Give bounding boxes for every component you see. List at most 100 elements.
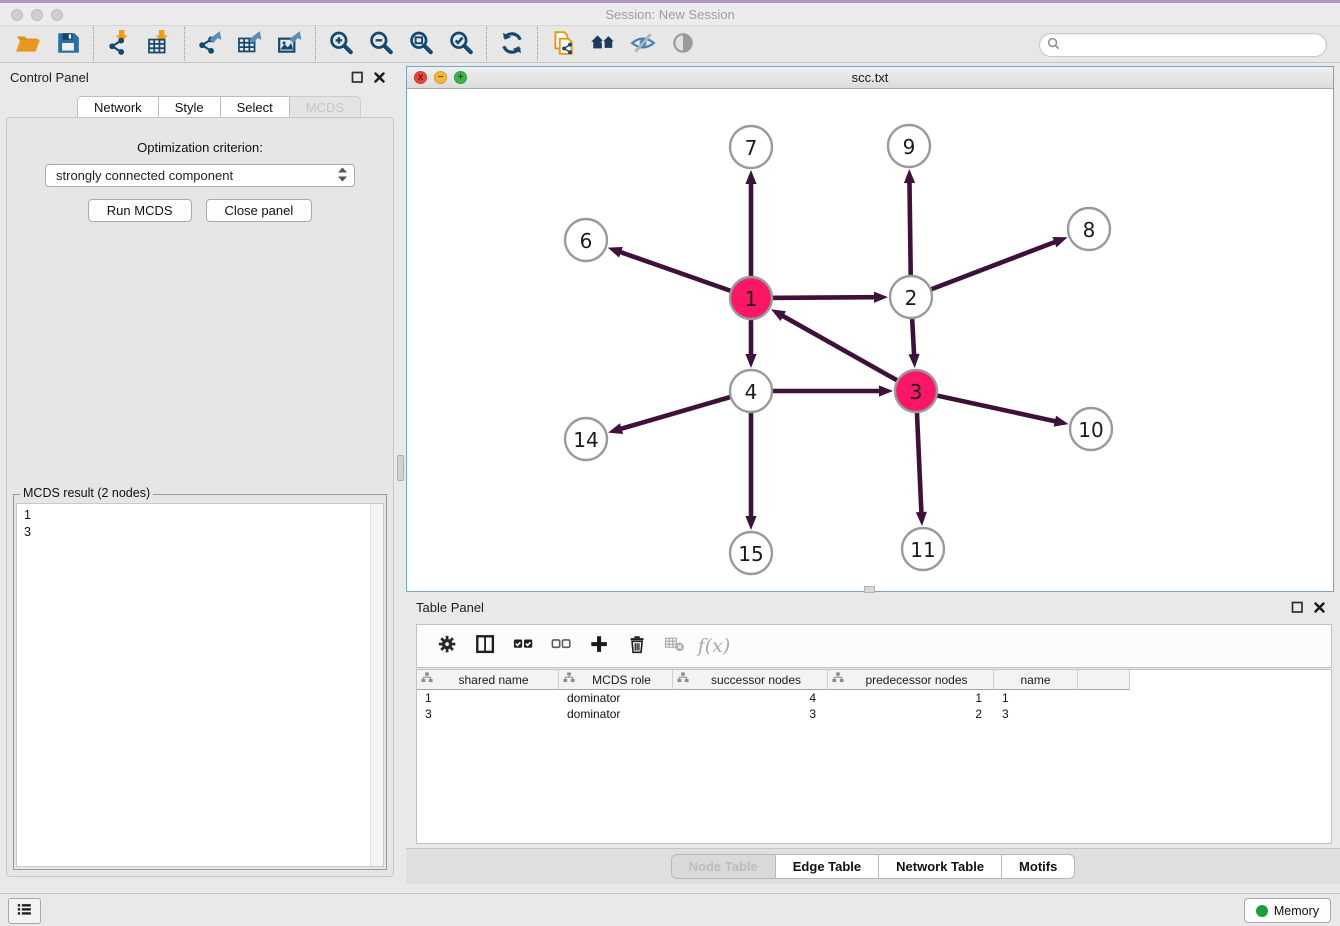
memory-button[interactable]: Memory xyxy=(1244,898,1331,923)
graph-node-10[interactable]: 10 xyxy=(1070,408,1112,450)
deselect-all-columns-button[interactable] xyxy=(545,629,579,663)
table-row[interactable]: 3dominator323 xyxy=(417,706,1331,722)
column-header-name[interactable]: name xyxy=(994,670,1078,690)
cell-successor-nodes[interactable]: 3 xyxy=(673,706,828,722)
zoom-selected-button[interactable] xyxy=(441,28,481,60)
table-settings-button[interactable] xyxy=(431,629,465,663)
cell-shared-name[interactable]: 3 xyxy=(417,706,559,722)
import-network-button[interactable] xyxy=(99,28,139,60)
graph-node-3[interactable]: 3 xyxy=(895,370,937,412)
graph-node-8[interactable]: 8 xyxy=(1068,208,1110,250)
tab-network[interactable]: Network xyxy=(77,96,159,118)
zoom-fit-icon xyxy=(408,30,434,59)
cell-predecessor-nodes[interactable]: 2 xyxy=(828,706,994,722)
close-panel-icon[interactable] xyxy=(373,71,386,84)
tab-network-table[interactable]: Network Table xyxy=(879,854,1002,879)
zoom-selected-icon xyxy=(448,30,474,59)
export-table-button[interactable] xyxy=(230,28,270,60)
column-header-shared-name[interactable]: shared name xyxy=(417,670,559,690)
search-field[interactable] xyxy=(1039,33,1327,57)
network-minimize-button[interactable]: − xyxy=(434,71,447,84)
cell-MCDS-role[interactable]: dominator xyxy=(559,706,673,722)
control-panel-title: Control Panel xyxy=(10,70,89,85)
add-column-button[interactable] xyxy=(583,629,617,663)
save-session-button[interactable] xyxy=(48,28,88,60)
table-tabs-strip: Node TableEdge TableNetwork TableMotifs xyxy=(406,848,1340,884)
toolbar-separator xyxy=(537,27,538,61)
select-all-columns-icon xyxy=(513,634,535,659)
open-file-button[interactable] xyxy=(8,28,48,60)
network-close-button[interactable]: x xyxy=(414,71,427,84)
hide-selected-button[interactable] xyxy=(623,28,663,60)
search-icon xyxy=(1047,37,1060,53)
tree-icon xyxy=(563,672,575,687)
graph-node-6[interactable]: 6 xyxy=(565,219,607,261)
close-panel-button[interactable]: Close panel xyxy=(206,199,313,222)
table-settings-icon xyxy=(437,634,459,659)
graph-node-7[interactable]: 7 xyxy=(730,126,772,168)
tab-motifs[interactable]: Motifs xyxy=(1002,854,1075,879)
mcds-result-list[interactable]: 13 xyxy=(17,504,370,866)
zoom-fit-button[interactable] xyxy=(401,28,441,60)
network-zoom-button[interactable]: + xyxy=(454,71,467,84)
float-panel-icon[interactable] xyxy=(351,71,364,84)
cell-successor-nodes[interactable]: 4 xyxy=(673,690,828,706)
graph-node-2[interactable]: 2 xyxy=(890,276,932,318)
edge-1-6[interactable] xyxy=(608,247,751,298)
criterion-select[interactable]: strongly connected component xyxy=(45,164,355,187)
network-title: scc.txt xyxy=(407,67,1333,88)
graph-node-14[interactable]: 14 xyxy=(565,418,607,460)
tab-select[interactable]: Select xyxy=(221,96,290,118)
show-all-button[interactable] xyxy=(663,28,703,60)
network-view-window: x − + scc.txt 7 9 6 8 1 2 4 3 14 10 15 11 xyxy=(406,66,1334,592)
task-history-button[interactable] xyxy=(8,898,41,924)
tab-node-table[interactable]: Node Table xyxy=(671,854,776,879)
cell-MCDS-role[interactable]: dominator xyxy=(559,690,673,706)
export-image-button[interactable] xyxy=(270,28,310,60)
graph-node-9[interactable]: 9 xyxy=(888,125,930,167)
memory-button-label: Memory xyxy=(1274,904,1319,918)
cell-name[interactable]: 1 xyxy=(994,690,1078,706)
column-header-successor-nodes[interactable]: successor nodes xyxy=(673,670,828,690)
table-close-panel-icon[interactable] xyxy=(1313,601,1326,614)
node-label: 4 xyxy=(745,380,758,404)
tab-mcds[interactable]: MCDS xyxy=(290,96,361,118)
vertical-splitter-handle[interactable] xyxy=(397,455,404,481)
cell-name[interactable]: 3 xyxy=(994,706,1078,722)
column-header-predecessor-nodes[interactable]: predecessor nodes xyxy=(828,670,994,690)
clone-network-button[interactable] xyxy=(543,28,583,60)
edge-3-1[interactable] xyxy=(771,309,916,391)
delete-table-button xyxy=(659,629,693,663)
tab-style[interactable]: Style xyxy=(159,96,221,118)
cell-shared-name[interactable]: 1 xyxy=(417,690,559,706)
import-table-button[interactable] xyxy=(139,28,179,60)
refresh-button[interactable] xyxy=(492,28,532,60)
network-canvas[interactable]: 7 9 6 8 1 2 4 3 14 10 15 11 xyxy=(407,89,1333,594)
tab-edge-table[interactable]: Edge Table xyxy=(776,854,879,879)
table-row[interactable]: 1dominator411 xyxy=(417,690,1331,706)
column-layout-button[interactable] xyxy=(469,629,503,663)
search-input[interactable] xyxy=(1064,35,1326,55)
node-label: 9 xyxy=(903,135,916,159)
edge-4-14[interactable] xyxy=(608,391,751,434)
graph-node-15[interactable]: 15 xyxy=(730,532,772,574)
edge-2-8[interactable] xyxy=(911,237,1068,297)
delete-column-button[interactable] xyxy=(621,629,655,663)
table-float-panel-icon[interactable] xyxy=(1291,601,1304,614)
column-header-MCDS-role[interactable]: MCDS role xyxy=(559,670,673,690)
edge-3-10[interactable] xyxy=(916,391,1069,427)
graph-node-11[interactable]: 11 xyxy=(902,528,944,570)
zoom-out-button[interactable] xyxy=(361,28,401,60)
run-mcds-button[interactable]: Run MCDS xyxy=(88,199,192,222)
graph-node-4[interactable]: 4 xyxy=(730,370,772,412)
result-scrollbar[interactable] xyxy=(370,504,383,866)
select-all-columns-button[interactable] xyxy=(507,629,541,663)
first-neighbors-button[interactable] xyxy=(583,28,623,60)
zoom-in-button[interactable] xyxy=(321,28,361,60)
horizontal-splitter-handle[interactable] xyxy=(864,586,875,593)
refresh-icon xyxy=(499,30,525,59)
graph-node-1[interactable]: 1 xyxy=(730,277,772,319)
network-window-titlebar[interactable]: x − + scc.txt xyxy=(407,67,1333,89)
cell-predecessor-nodes[interactable]: 1 xyxy=(828,690,994,706)
export-network-button[interactable] xyxy=(190,28,230,60)
